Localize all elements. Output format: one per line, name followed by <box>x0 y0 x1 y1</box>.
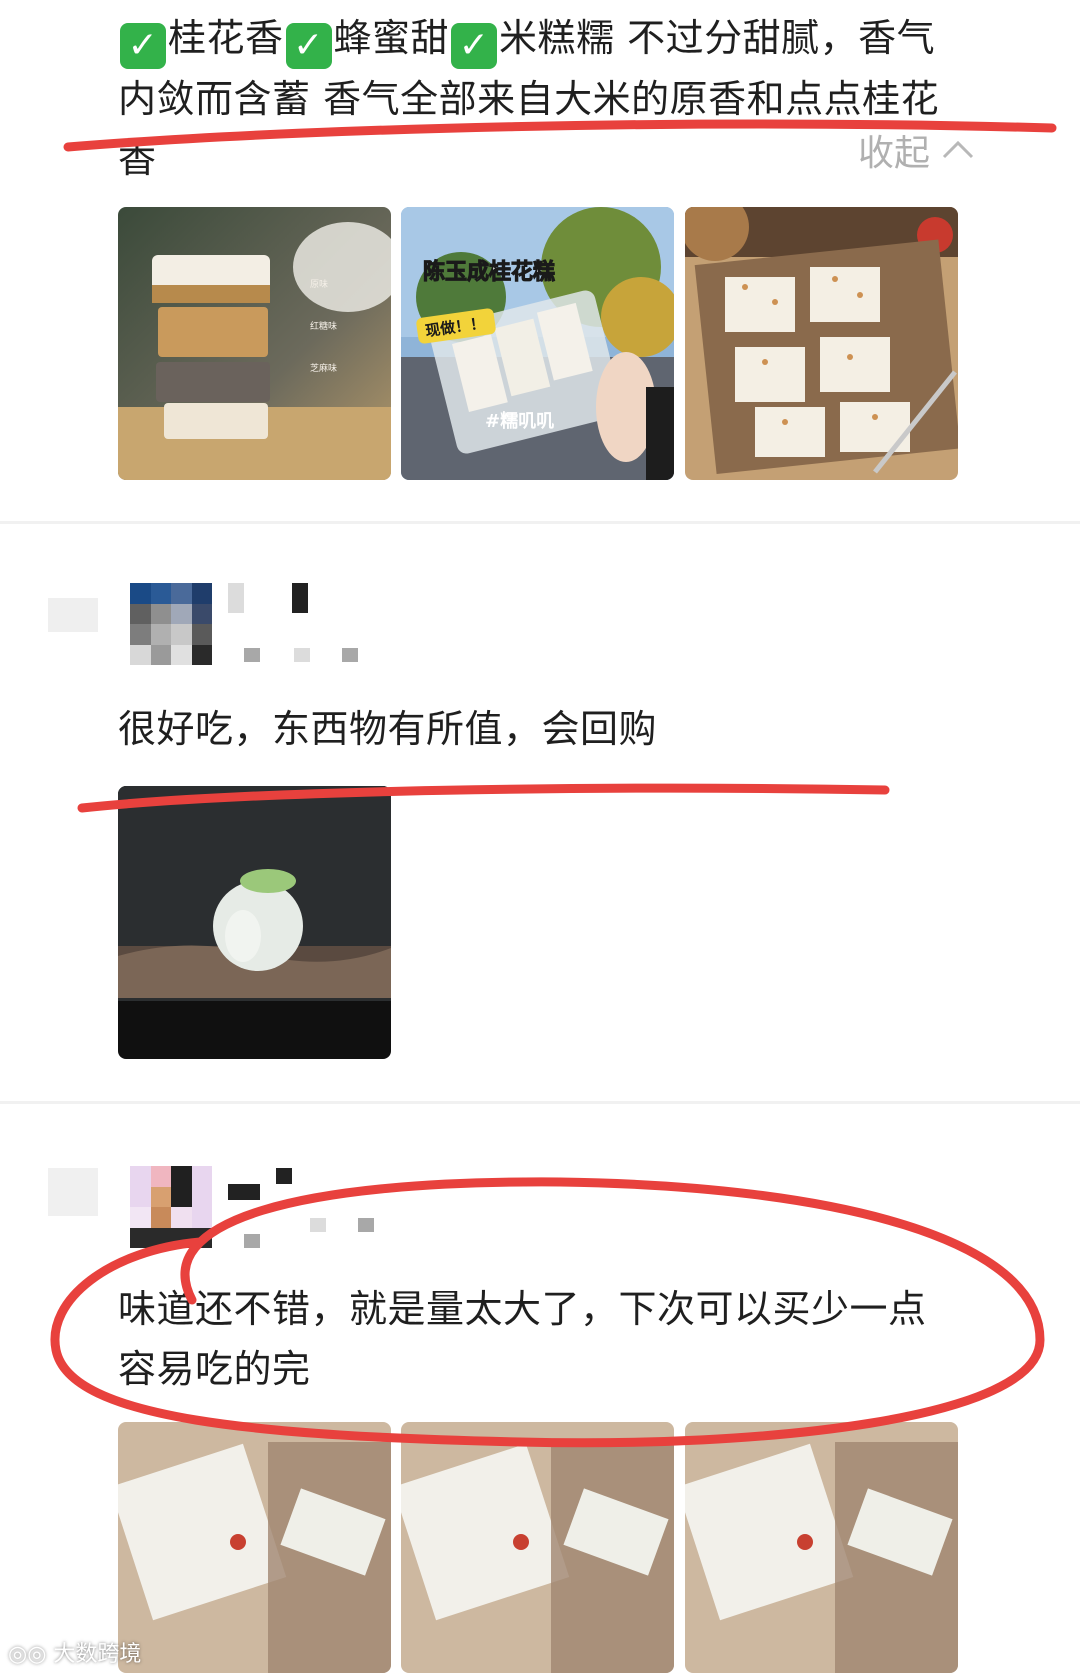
blurred-meta <box>244 1218 384 1250</box>
avatar[interactable] <box>130 583 212 665</box>
review-2-image[interactable] <box>118 786 391 1059</box>
packaged-cake-tag: #糯叽叽 <box>485 410 554 432</box>
review-2-text: 很好吃，东西物有所值，会回购 <box>118 707 658 751</box>
collapse-button[interactable]: 收起 <box>858 124 975 176</box>
review-3-image-1[interactable] <box>118 1422 391 1673</box>
packaged-cake-title: 陈玉成桂花糕 <box>423 259 555 285</box>
review-3-line-2: 容易吃的完 <box>118 1347 311 1391</box>
flavor-label-sesame: 芝麻味 <box>310 362 337 374</box>
watermark-text: 大数跨境 <box>53 1642 142 1667</box>
review-1-image-3[interactable] <box>685 207 958 480</box>
blurred-username <box>228 583 318 615</box>
check-box-icon: ✓ <box>120 23 166 69</box>
review-3-text: 味道还不错，就是量太大了，下次可以买少一点 容易吃的完 <box>118 1279 998 1399</box>
section-divider <box>0 521 1080 524</box>
flavor-label-original: 原味 <box>310 278 328 290</box>
watermark-logo-icon: ◎◎ <box>8 1642 47 1667</box>
review-3-image-2[interactable] <box>401 1422 674 1673</box>
review-1-image-1[interactable]: 原味 红糖味 芝麻味 <box>118 207 391 480</box>
section-divider <box>0 1101 1080 1104</box>
avatar[interactable] <box>130 1166 212 1248</box>
check-box-icon: ✓ <box>285 23 332 69</box>
blurred-username-placeholder <box>48 1168 98 1216</box>
review-1-line-1: ✓ 桂花香 ✓ 蜂蜜甜 ✓ 米糕糯 不过分甜腻，香气 <box>118 8 998 69</box>
review-3-image-3[interactable] <box>685 1422 958 1673</box>
collapse-label: 收起 <box>858 133 931 174</box>
review-1-image-2[interactable]: 陈玉成桂花糕 现做！！ #糯叽叽 <box>401 207 674 480</box>
blurred-username-placeholder <box>48 598 98 632</box>
chevron-up-icon <box>943 140 974 159</box>
watermark: ◎◎ 大数跨境 <box>8 1636 141 1668</box>
review-1-line-2: 内敛而含蓄 香气全部来自大米的原香和点点桂花 <box>118 77 940 121</box>
review-3-line-1: 味道还不错，就是量太大了，下次可以买少一点 <box>118 1287 927 1331</box>
blurred-username <box>228 1168 318 1200</box>
flavor-label-brown-sugar: 红糖味 <box>310 320 337 332</box>
blurred-meta <box>244 648 364 664</box>
check-box-icon: ✓ <box>451 23 498 69</box>
